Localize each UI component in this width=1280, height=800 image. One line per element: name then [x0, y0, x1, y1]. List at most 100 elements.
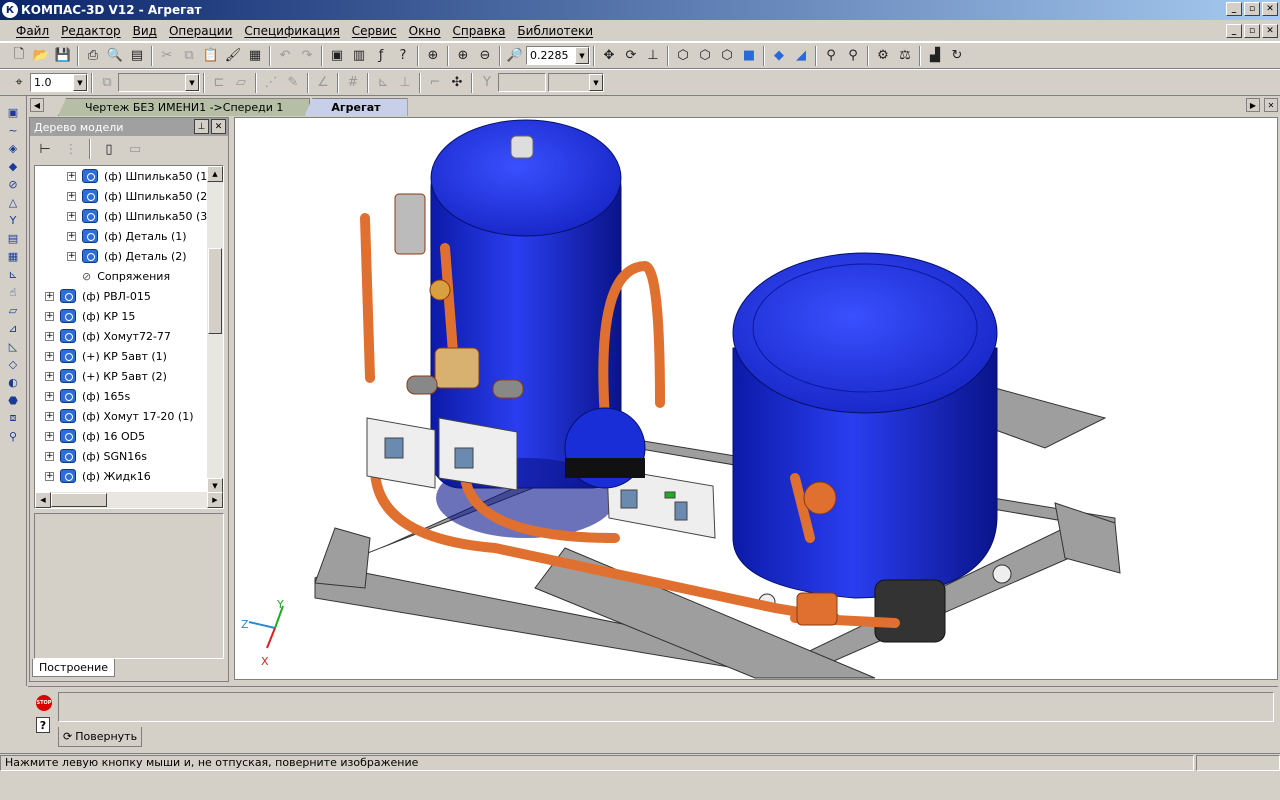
- tree-list-icon[interactable]: ▯: [98, 138, 120, 160]
- hscroll-thumb[interactable]: [51, 493, 107, 507]
- perspective-icon[interactable]: ◢: [790, 45, 812, 67]
- menu-specification[interactable]: Спецификация: [238, 24, 345, 38]
- tree-item[interactable]: + (ф) Хомут72-77: [45, 326, 171, 346]
- tree-detail-icon[interactable]: ▭: [124, 138, 146, 160]
- coord-icon[interactable]: ⊾: [372, 72, 394, 94]
- extrude-icon[interactable]: ◆: [3, 158, 23, 174]
- tree-filter-icon[interactable]: ⋮: [60, 138, 82, 160]
- close-button[interactable]: ✕: [1262, 2, 1278, 16]
- stop-icon[interactable]: STOP: [36, 695, 52, 711]
- help-icon[interactable]: ?: [36, 717, 50, 733]
- tab-close-icon[interactable]: ✕: [1264, 98, 1278, 112]
- pencil-icon[interactable]: ✎: [282, 72, 304, 94]
- manager-icon[interactable]: ▦: [244, 45, 266, 67]
- tree-item[interactable]: + (ф) 165s: [45, 386, 130, 406]
- expand-icon[interactable]: +: [45, 371, 54, 381]
- cut-icon[interactable]: ✂: [156, 45, 178, 67]
- expand-icon[interactable]: +: [45, 291, 54, 301]
- fillet-icon[interactable]: ◐: [3, 374, 23, 390]
- expand-icon[interactable]: +: [45, 411, 54, 421]
- local-cs-icon[interactable]: ⊏: [208, 72, 230, 94]
- properties-icon[interactable]: ▤: [126, 45, 148, 67]
- cursor-y-field[interactable]: ▼: [548, 73, 604, 92]
- kompas-app-icon[interactable]: К: [2, 2, 18, 18]
- zoom-scale-icon[interactable]: 🔎: [504, 45, 526, 67]
- spec-icon[interactable]: ▤: [3, 230, 23, 246]
- expand-icon[interactable]: +: [67, 191, 76, 201]
- cursor-step-icon[interactable]: ⌖: [8, 72, 30, 94]
- surface-icon[interactable]: ▱: [3, 302, 23, 318]
- hidden-lines-icon[interactable]: ⬡: [694, 45, 716, 67]
- curve-icon[interactable]: ~: [3, 122, 23, 138]
- report-icon[interactable]: ▦: [3, 248, 23, 264]
- orthogonal-icon[interactable]: ∠: [312, 72, 334, 94]
- tree-item[interactable]: + (ф) Шпилька50 (3): [67, 206, 212, 226]
- rotate-icon[interactable]: ⟳: [620, 45, 642, 67]
- search-tool-icon[interactable]: ⚲: [3, 428, 23, 444]
- doc-minimize-button[interactable]: _: [1226, 24, 1242, 38]
- format-brush-icon[interactable]: 🖌: [222, 45, 244, 67]
- sketch-icon[interactable]: △: [3, 194, 23, 210]
- snap-point-icon[interactable]: ✣: [446, 72, 468, 94]
- expand-icon[interactable]: +: [45, 331, 54, 341]
- menu-operations[interactable]: Операции: [163, 24, 238, 38]
- menu-libraries[interactable]: Библиотеки: [511, 24, 599, 38]
- expand-icon[interactable]: +: [67, 231, 76, 241]
- menu-file[interactable]: Файл: [10, 24, 55, 38]
- expand-icon[interactable]: +: [45, 431, 54, 441]
- filter-icon[interactable]: ⚲: [820, 45, 842, 67]
- menu-help[interactable]: Справка: [447, 24, 512, 38]
- zoom-scale-field[interactable]: 0.2285 ▼: [526, 46, 590, 65]
- tree-item[interactable]: + (ф) Шпилька50 (1): [67, 166, 212, 186]
- menu-view[interactable]: Вид: [127, 24, 163, 38]
- snap-icon[interactable]: ⋰: [260, 72, 282, 94]
- menu-edit[interactable]: Редактор: [55, 24, 126, 38]
- tree-item[interactable]: + (ф) Деталь (2): [67, 246, 187, 266]
- print-preview-icon[interactable]: 🔍: [104, 45, 126, 67]
- halftone-edges-icon[interactable]: ◆: [768, 45, 790, 67]
- save-icon[interactable]: 💾: [52, 45, 74, 67]
- tree-item[interactable]: + (ф) Деталь (1): [67, 226, 187, 246]
- tree-item[interactable]: + (ф) Шпилька50 (2): [67, 186, 212, 206]
- tab-scroll-right-icon[interactable]: ▶: [1246, 98, 1260, 112]
- mass-properties-icon[interactable]: ⚖: [894, 45, 916, 67]
- assembly-3d-view[interactable]: Y Z X: [235, 118, 1278, 680]
- expand-icon[interactable]: +: [45, 351, 54, 361]
- tree-item[interactable]: + (ф) Хомут 17-20 (1): [45, 406, 194, 426]
- refresh-icon[interactable]: ↻: [946, 45, 968, 67]
- menu-service[interactable]: Сервис: [346, 24, 403, 38]
- tree-item[interactable]: + (ф) Жидк16: [45, 466, 151, 486]
- cursor-x-field[interactable]: [498, 73, 546, 92]
- measure-tool-icon[interactable]: ⊾: [3, 266, 23, 282]
- expand-icon[interactable]: +: [45, 471, 54, 481]
- orientation-icon[interactable]: ⊥: [642, 45, 664, 67]
- layer-icon[interactable]: ⧉: [96, 72, 118, 94]
- tree-view-icon[interactable]: ▣: [326, 45, 348, 67]
- pan-icon[interactable]: ✥: [598, 45, 620, 67]
- edit-part-icon[interactable]: ▣: [3, 104, 23, 120]
- plane-icon[interactable]: ▱: [230, 72, 252, 94]
- tree-item[interactable]: + (+) КР 5авт (2): [45, 366, 167, 386]
- chevron-down-icon[interactable]: ▼: [185, 74, 199, 91]
- wireframe-icon[interactable]: ⬡: [672, 45, 694, 67]
- tree-vertical-scrollbar[interactable]: ▲ ▼: [207, 166, 223, 494]
- tab-rotate[interactable]: ⟳ Повернуть: [58, 727, 143, 747]
- scroll-right-icon[interactable]: ▶: [207, 492, 223, 508]
- select-icon[interactable]: ☝: [3, 284, 23, 300]
- mate-icon[interactable]: ⊘: [3, 176, 23, 192]
- expand-icon[interactable]: +: [67, 251, 76, 261]
- tree-item[interactable]: + (ф) РВЛ-015: [45, 286, 151, 306]
- tree-horizontal-scrollbar[interactable]: ◀ ▶: [35, 492, 223, 508]
- help-pointer-icon[interactable]: ?: [392, 45, 414, 67]
- tab-scroll-left-icon[interactable]: ◀: [30, 98, 44, 112]
- model-viewport[interactable]: Y Z X: [234, 117, 1278, 680]
- grid-icon[interactable]: #: [342, 72, 364, 94]
- chevron-down-icon[interactable]: ▼: [575, 47, 589, 64]
- section-icon[interactable]: ◺: [3, 338, 23, 354]
- measure-icon[interactable]: ⚙: [872, 45, 894, 67]
- paste-icon[interactable]: 📋: [200, 45, 222, 67]
- tree-structure-icon[interactable]: ⊢: [34, 138, 56, 160]
- cursor-step-field[interactable]: 1.0 ▼: [30, 73, 88, 92]
- library-icon[interactable]: ▥: [348, 45, 370, 67]
- scroll-left-icon[interactable]: ◀: [35, 492, 51, 508]
